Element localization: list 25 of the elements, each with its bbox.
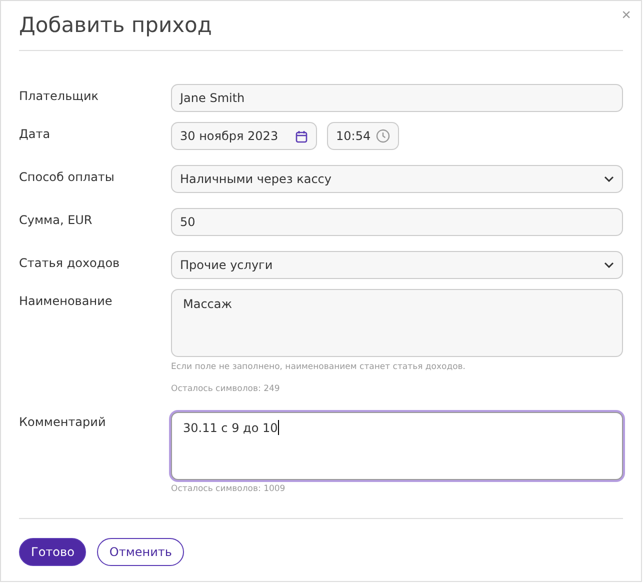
select-field[interactable]: Наличными через кассу [171,165,623,193]
field-label: Комментарий [19,414,107,431]
select-field[interactable]: Прочие услуги [171,251,623,279]
time-field[interactable]: 10:54 [327,122,399,150]
input-field[interactable]: Jane Smith [171,84,623,112]
calendar-icon [295,130,308,142]
input-field[interactable]: 50 [171,208,623,236]
text-area[interactable]: Массаж [171,289,623,357]
character-counter: Осталось символов: 249 [171,384,281,394]
field-label: Дата [19,126,52,143]
chevron-down-icon [604,176,614,182]
field-label: Статья доходов [19,255,121,272]
field-label: Плательщик [19,88,100,105]
field-label: Способ оплаты [19,169,116,186]
hint-text: Если поле не заполнено, наименованием станет статья доходов. [171,362,466,372]
character-counter: Осталось символов: 1009 [171,484,286,494]
clock-icon [376,129,390,143]
text-area[interactable]: 30.11 с 9 до 10 [171,412,623,480]
field-label: Наименование [19,293,114,310]
submit-button[interactable]: Готово [19,538,86,566]
field-label: Сумма, EUR [19,212,94,229]
chevron-down-icon [604,262,614,268]
date-field[interactable]: 30 ноября 2023 [171,122,317,150]
dialog-title: Добавить приход [19,13,213,37]
cancel-button[interactable]: Отменить [97,538,184,566]
